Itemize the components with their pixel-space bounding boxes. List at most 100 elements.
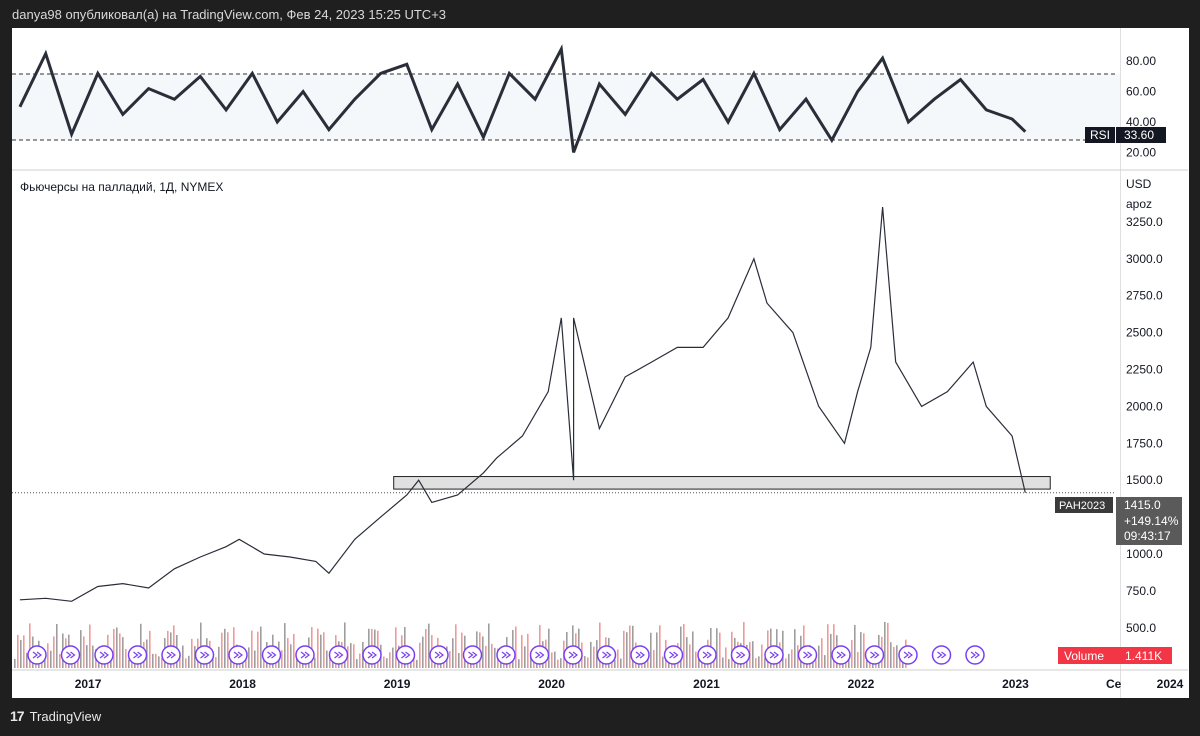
volume-bar: [623, 630, 625, 668]
volume-bar: [191, 638, 193, 668]
volume-bar: [650, 632, 652, 668]
symbol-label: PAH2023: [1059, 500, 1105, 512]
volume-bar: [515, 626, 517, 668]
volume-bar: [326, 650, 328, 668]
volume-bar: [83, 636, 85, 668]
volume-bar: [215, 657, 217, 668]
volume-bar: [524, 646, 526, 668]
volume-bar: [461, 632, 463, 668]
volume-bar: [89, 624, 91, 668]
volume-bar: [890, 642, 892, 668]
volume-bar: [689, 644, 691, 668]
volume-bar: [863, 633, 865, 668]
time-tick-label: Се: [1106, 677, 1122, 691]
price-tick-label: 2250.0: [1126, 363, 1163, 377]
volume-bar: [629, 625, 631, 668]
volume-bar: [584, 656, 586, 668]
volume-bar: [395, 627, 397, 668]
last-price-value: 1415.0: [1124, 498, 1161, 512]
volume-bar: [389, 652, 391, 668]
volume-bar: [614, 659, 616, 668]
volume-bar: [590, 641, 592, 668]
volume-bar: [260, 626, 262, 668]
volume-bar: [620, 658, 622, 668]
volume-bar: [293, 633, 295, 668]
volume-bar: [617, 649, 619, 668]
footer-brand: TradingView: [29, 708, 102, 724]
volume-bar: [626, 632, 628, 668]
support-zone-rectangle[interactable]: [393, 476, 1051, 490]
volume-bar: [854, 624, 856, 668]
volume-bar: [248, 647, 250, 668]
volume-bar: [692, 631, 694, 668]
volume-bar: [455, 624, 457, 668]
rsi-label: RSI: [1090, 128, 1110, 142]
volume-bar: [257, 631, 259, 668]
volume-bar: [128, 659, 130, 668]
volume-bar: [695, 651, 697, 668]
price-chart-title: Фьючерсы на палладий, 1Д, NYMEX: [20, 180, 223, 194]
volume-bar: [125, 648, 127, 668]
volume-bar: [728, 659, 730, 668]
volume-bar: [782, 630, 784, 668]
volume-bar: [161, 658, 163, 668]
volume-bar: [92, 645, 94, 668]
bar-countdown: 09:43:17: [1124, 529, 1171, 543]
volume-bar: [482, 636, 484, 668]
volume-bar: [884, 621, 886, 668]
volume-bar: [185, 658, 187, 668]
volume-bar: [281, 650, 283, 668]
volume-bar: [491, 643, 493, 668]
volume-bar: [56, 623, 58, 668]
volume-bar: [224, 628, 226, 668]
volume-bar: [86, 645, 88, 668]
price-tick-label: 500.0: [1126, 621, 1156, 635]
volume-bar: [356, 659, 358, 668]
footer[interactable]: 17 TradingView: [10, 708, 101, 724]
price-tick-label: 2750.0: [1126, 289, 1163, 303]
volume-bar: [53, 636, 55, 668]
rsi-tick-label: 80.00: [1126, 54, 1156, 68]
volume-bar: [725, 647, 727, 668]
time-tick-label: 2023: [1002, 677, 1029, 691]
time-tick-label: 2017: [75, 677, 102, 691]
volume-bar: [317, 628, 319, 668]
volume-bar: [788, 653, 790, 668]
price-tick-label: 3000.0: [1126, 252, 1163, 266]
volume-bar: [182, 645, 184, 668]
volume-bar: [152, 653, 154, 668]
volume-bar: [653, 650, 655, 668]
volume-bar: [14, 658, 16, 668]
volume-bar: [284, 623, 286, 668]
volume-bar: [488, 623, 490, 668]
volume-bar: [662, 656, 664, 668]
volume-bar: [353, 644, 355, 668]
time-tick-label: 2022: [848, 677, 875, 691]
volume-bar: [656, 632, 658, 668]
volume-bar: [686, 637, 688, 668]
price-tick-label: 2500.0: [1126, 326, 1163, 340]
volume-bar: [254, 650, 256, 668]
volume-bar: [227, 632, 229, 668]
volume-bar: [755, 658, 757, 668]
volume-bar: [422, 636, 424, 668]
volume-bar: [887, 622, 889, 668]
rsi-tick-label: 20.00: [1126, 145, 1156, 159]
volume-bar: [851, 640, 853, 668]
volume-bar: [221, 632, 223, 668]
volume-bar: [548, 628, 550, 668]
volume-bar: [857, 652, 859, 668]
volume-bar: [218, 646, 220, 668]
volume-bar: [659, 625, 661, 668]
volume-bar: [458, 653, 460, 668]
volume-bar: [452, 638, 454, 668]
volume-bar: [155, 653, 157, 668]
volume-bar: [320, 634, 322, 668]
volume-bar: [716, 628, 718, 668]
volume-bar: [17, 634, 19, 668]
volume-bar: [23, 635, 25, 668]
chart-svg[interactable]: 80.00 60.00 40.00 20.00 RSI 33.60 Фьючерсы …: [0, 0, 1200, 736]
volume-bar: [785, 658, 787, 668]
volume-bar: [557, 659, 559, 668]
time-tick-label: 2018: [229, 677, 256, 691]
